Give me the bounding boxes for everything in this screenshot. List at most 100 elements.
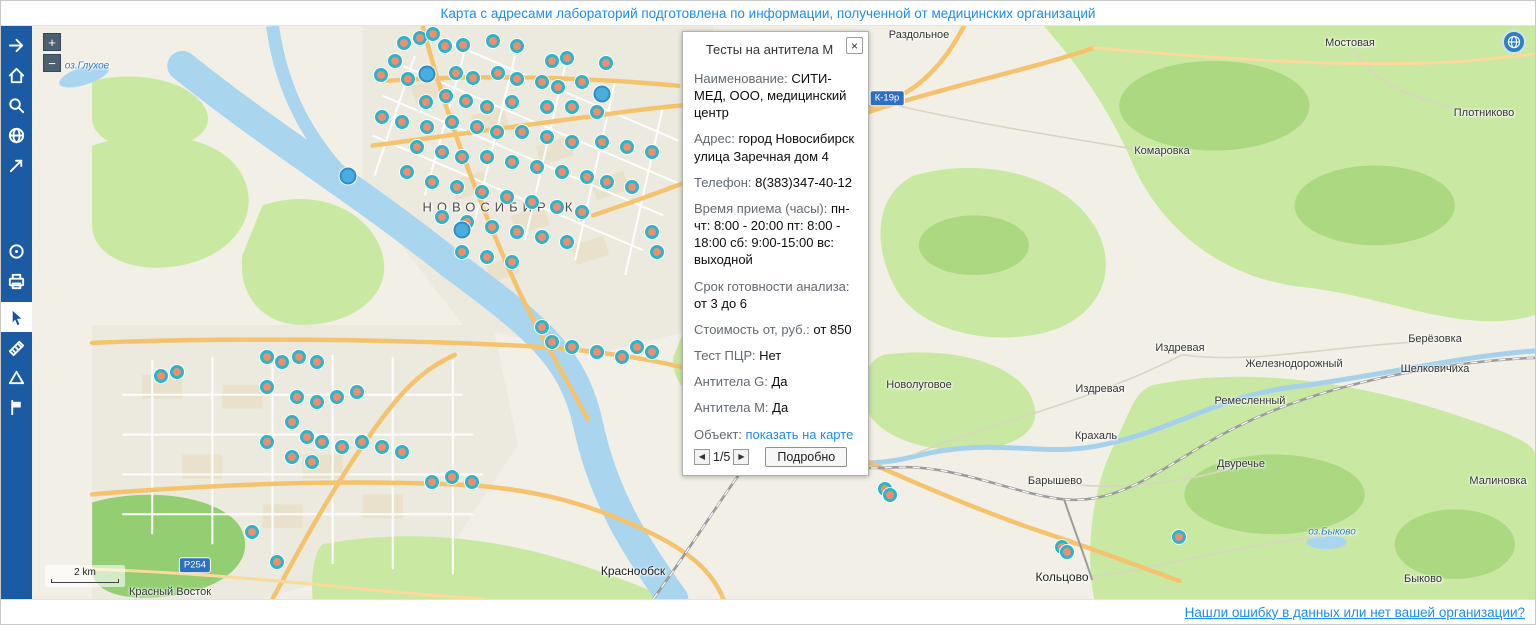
lab-marker[interactable]	[410, 140, 424, 154]
show-on-map-link[interactable]: показать на карте	[746, 427, 854, 442]
lab-marker[interactable]	[375, 110, 389, 124]
zoom-out-button[interactable]: −	[43, 54, 61, 72]
lab-marker[interactable]	[455, 245, 469, 259]
lab-marker[interactable]	[170, 365, 184, 379]
lab-marker[interactable]	[480, 100, 494, 114]
marker-cluster[interactable]	[418, 65, 436, 83]
lab-marker[interactable]	[480, 150, 494, 164]
pan-tool-button[interactable]	[1, 30, 32, 60]
lab-marker[interactable]	[580, 170, 594, 184]
lab-marker[interactable]	[420, 120, 434, 134]
lab-marker[interactable]	[535, 230, 549, 244]
lab-marker[interactable]	[305, 455, 319, 469]
lab-marker[interactable]	[455, 150, 469, 164]
lab-marker[interactable]	[590, 105, 604, 119]
lab-marker[interactable]	[485, 220, 499, 234]
lab-marker[interactable]	[426, 27, 440, 41]
popup-close-button[interactable]: ×	[846, 37, 863, 54]
lab-marker[interactable]	[645, 345, 659, 359]
print-tool-button[interactable]	[1, 266, 32, 296]
lab-marker[interactable]	[530, 160, 544, 174]
flag-tool-button[interactable]	[1, 392, 32, 422]
lab-marker[interactable]	[435, 210, 449, 224]
lab-marker[interactable]	[425, 475, 439, 489]
lab-marker[interactable]	[292, 350, 306, 364]
overview-globe-button[interactable]	[1502, 30, 1526, 54]
zoom-in-button[interactable]: +	[43, 33, 61, 51]
marker-cluster[interactable]	[593, 85, 611, 103]
lab-marker[interactable]	[590, 345, 604, 359]
lab-marker[interactable]	[310, 395, 324, 409]
lab-marker[interactable]	[600, 175, 614, 189]
lab-marker[interactable]	[545, 335, 559, 349]
lab-marker[interactable]	[275, 355, 289, 369]
lab-marker[interactable]	[335, 440, 349, 454]
lab-marker[interactable]	[486, 34, 500, 48]
lab-marker[interactable]	[491, 66, 505, 80]
home-tool-button[interactable]	[1, 60, 32, 90]
search-tool-button[interactable]	[1, 90, 32, 120]
marker-cluster[interactable]	[453, 221, 471, 239]
lab-marker[interactable]	[260, 435, 274, 449]
lab-marker[interactable]	[620, 140, 634, 154]
lab-marker[interactable]	[395, 115, 409, 129]
lab-marker[interactable]	[510, 72, 524, 86]
lab-marker[interactable]	[505, 255, 519, 269]
lab-marker[interactable]	[545, 54, 559, 68]
lab-marker[interactable]	[535, 75, 549, 89]
lab-marker[interactable]	[535, 320, 549, 334]
lab-marker[interactable]	[425, 175, 439, 189]
lab-marker[interactable]	[154, 369, 168, 383]
measure-area-button[interactable]	[1, 362, 32, 392]
layers-globe-button[interactable]	[1, 120, 32, 150]
pager-next-button[interactable]: ▶	[733, 448, 750, 465]
lab-marker[interactable]	[466, 71, 480, 85]
lab-marker[interactable]	[395, 445, 409, 459]
route-tool-button[interactable]	[1, 150, 32, 180]
lab-marker[interactable]	[449, 66, 463, 80]
lab-marker[interactable]	[525, 195, 539, 209]
report-error-link[interactable]: Нашли ошибку в данных или нет вашей орга…	[1185, 605, 1525, 620]
lab-marker[interactable]	[456, 38, 470, 52]
lab-marker[interactable]	[355, 435, 369, 449]
lab-marker[interactable]	[445, 470, 459, 484]
lab-marker[interactable]	[285, 415, 299, 429]
lab-marker[interactable]	[645, 145, 659, 159]
lab-marker[interactable]	[397, 36, 411, 50]
lab-marker[interactable]	[490, 125, 504, 139]
map-viewport[interactable]: оз.Глухое Раздольное Мостовая Плотниково Ком…	[32, 26, 1535, 599]
lab-marker[interactable]	[374, 68, 388, 82]
lab-marker[interactable]	[375, 440, 389, 454]
lab-marker[interactable]	[260, 350, 274, 364]
lab-marker[interactable]	[883, 488, 897, 502]
lab-marker[interactable]	[551, 80, 565, 94]
lab-marker[interactable]	[555, 165, 569, 179]
lab-marker[interactable]	[330, 390, 344, 404]
lab-marker[interactable]	[450, 180, 464, 194]
marker-cluster[interactable]	[339, 167, 357, 185]
lab-marker[interactable]	[575, 205, 589, 219]
lab-marker[interactable]	[300, 430, 314, 444]
lab-marker[interactable]	[505, 155, 519, 169]
lab-marker[interactable]	[650, 245, 664, 259]
lab-marker[interactable]	[615, 350, 629, 364]
lab-marker[interactable]	[540, 100, 554, 114]
lab-marker[interactable]	[595, 135, 609, 149]
lab-marker[interactable]	[630, 340, 644, 354]
lab-marker[interactable]	[470, 120, 484, 134]
lab-marker[interactable]	[388, 54, 402, 68]
lab-marker[interactable]	[565, 100, 579, 114]
lab-marker[interactable]	[550, 200, 564, 214]
lab-marker[interactable]	[1172, 530, 1186, 544]
lab-marker[interactable]	[575, 75, 589, 89]
lab-marker[interactable]	[540, 130, 554, 144]
lab-marker[interactable]	[438, 39, 452, 53]
lab-marker[interactable]	[245, 525, 259, 539]
lab-marker[interactable]	[270, 555, 284, 569]
lab-marker[interactable]	[565, 340, 579, 354]
locate-tool-button[interactable]	[1, 236, 32, 266]
lab-marker[interactable]	[599, 56, 613, 70]
lab-marker[interactable]	[445, 115, 459, 129]
identify-tool-button[interactable]	[1, 302, 32, 332]
lab-marker[interactable]	[310, 355, 324, 369]
